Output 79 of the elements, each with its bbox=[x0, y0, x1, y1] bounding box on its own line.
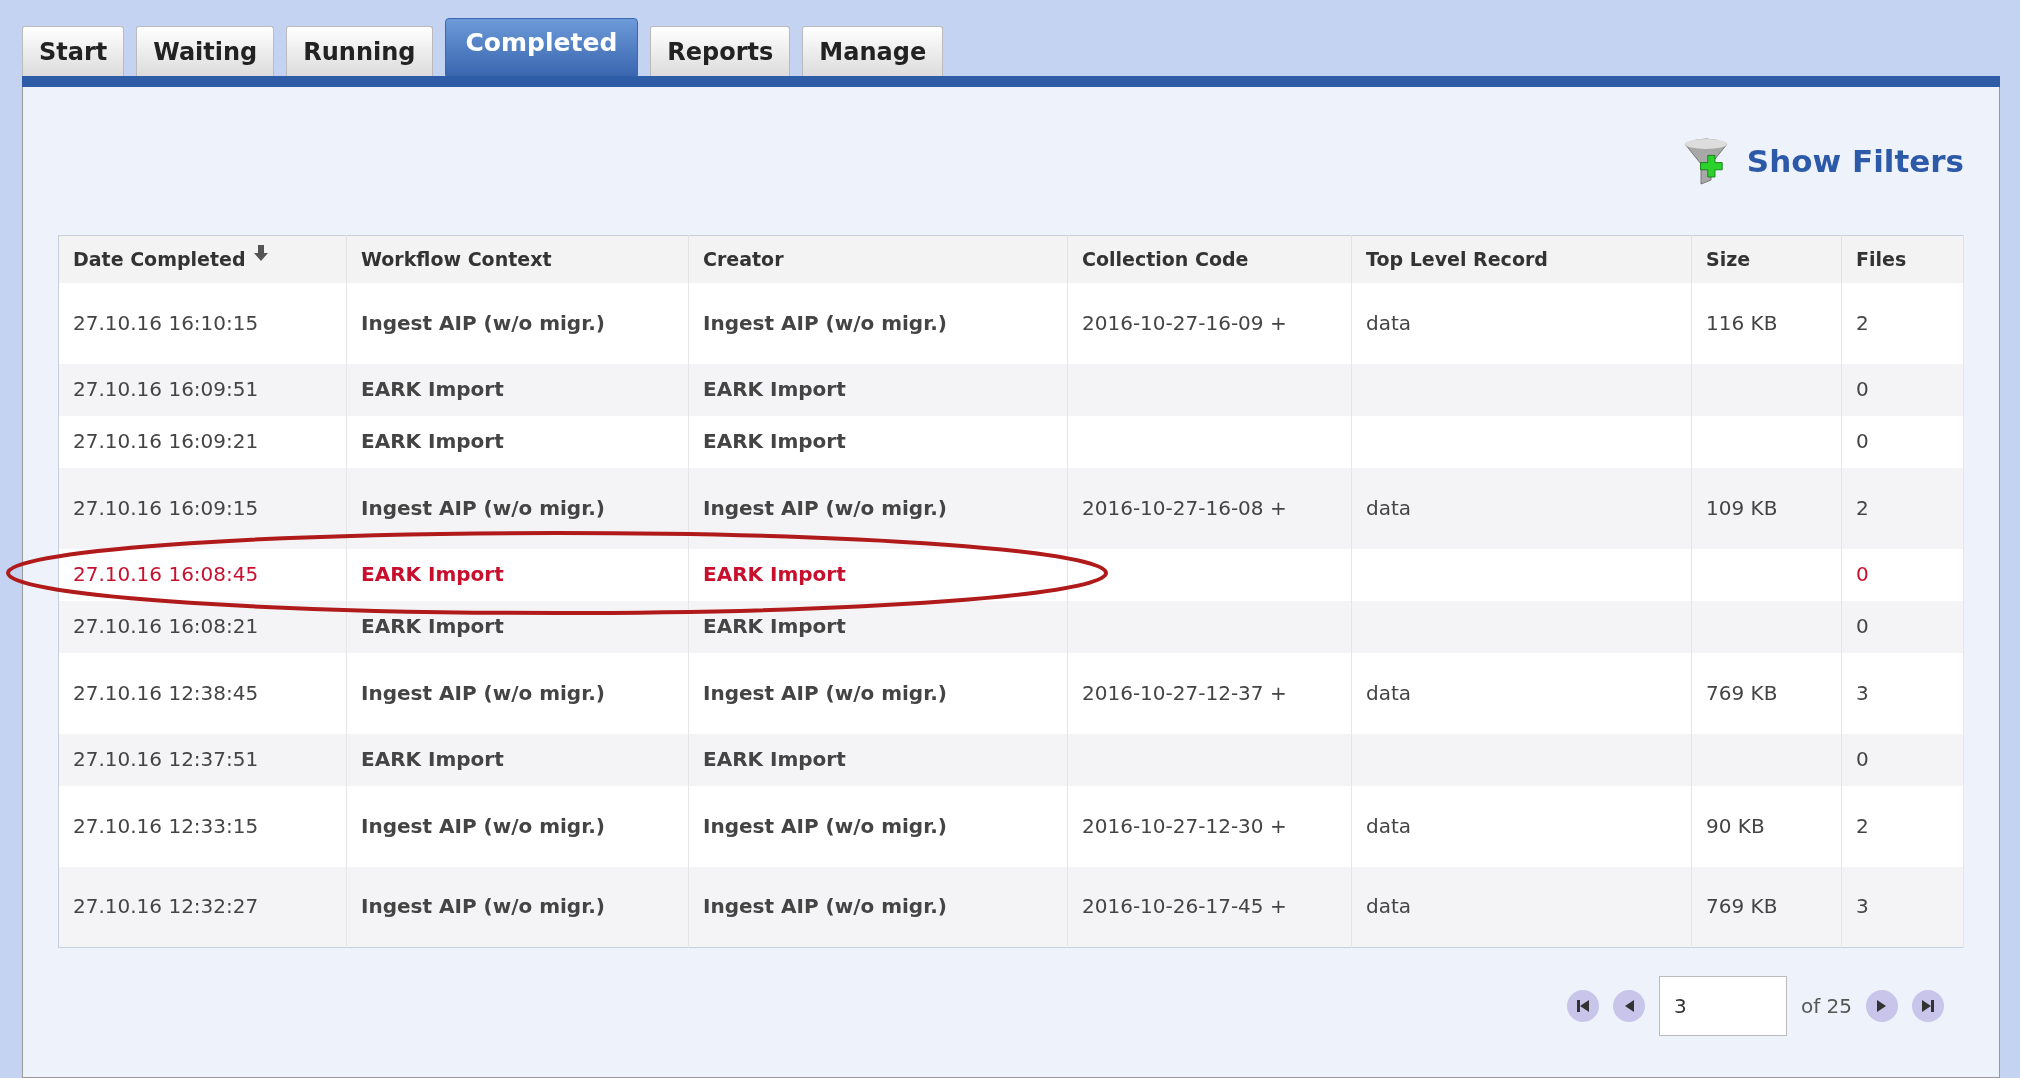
table-cell: data bbox=[1351, 467, 1692, 549]
table-cell: 27.10.16 16:09:51 bbox=[58, 363, 347, 416]
table-cell: EARK Import bbox=[688, 548, 1068, 601]
table-cell: Ingest AIP (w/o migr.) bbox=[688, 785, 1068, 867]
tab[interactable]: Waiting bbox=[136, 26, 275, 76]
table-cell: 27.10.16 16:10:15 bbox=[58, 282, 347, 364]
table-cell: 27.10.16 12:33:15 bbox=[58, 785, 347, 867]
page-input[interactable]: 3 bbox=[1658, 976, 1787, 1036]
table-cell: 27.10.16 16:09:21 bbox=[58, 415, 347, 468]
column-header[interactable]: Top Level Record bbox=[1351, 235, 1692, 283]
table-cell: 0 bbox=[1841, 733, 1964, 786]
table-cell: Ingest AIP (w/o migr.) bbox=[346, 652, 689, 734]
column-header[interactable]: Workflow Context bbox=[346, 235, 689, 283]
column-header[interactable]: Size bbox=[1691, 235, 1842, 283]
table-cell: EARK Import bbox=[346, 733, 689, 786]
table-cell: 0 bbox=[1841, 600, 1964, 653]
table-cell: EARK Import bbox=[346, 363, 689, 416]
table-cell: Ingest AIP (w/o migr.) bbox=[346, 866, 689, 948]
page-count: of 25 bbox=[1800, 993, 1852, 1020]
table-cell: 769 KB bbox=[1691, 652, 1842, 734]
table-cell: 27.10.16 16:09:15 bbox=[58, 467, 347, 549]
first-page-button[interactable] bbox=[1566, 990, 1599, 1022]
table-cell: 2016-10-26-17-45 + bbox=[1067, 866, 1352, 948]
table-cell: 27.10.16 12:32:27 bbox=[58, 866, 347, 948]
table-cell: EARK Import bbox=[346, 548, 689, 601]
tab[interactable]: Reports bbox=[650, 26, 791, 76]
column-header[interactable]: Creator bbox=[688, 235, 1068, 283]
table-cell: EARK Import bbox=[688, 733, 1068, 786]
table-cell: 90 KB bbox=[1691, 785, 1842, 867]
table-cell: EARK Import bbox=[346, 600, 689, 653]
table-cell: EARK Import bbox=[688, 415, 1068, 468]
table-cell: Ingest AIP (w/o migr.) bbox=[346, 467, 689, 549]
table-cell: EARK Import bbox=[688, 600, 1068, 653]
last-page-button[interactable] bbox=[1912, 990, 1944, 1022]
filter-add-icon bbox=[1682, 136, 1729, 186]
next-page-button[interactable] bbox=[1866, 990, 1898, 1022]
table-cell: data bbox=[1351, 785, 1692, 867]
table-cell: 769 KB bbox=[1691, 866, 1842, 948]
table-cell: 116 KB bbox=[1691, 282, 1842, 364]
table-cell: Ingest AIP (w/o migr.) bbox=[688, 282, 1068, 364]
table-cell: 0 bbox=[1841, 415, 1964, 468]
table-cell: 2016-10-27-16-08 + bbox=[1067, 467, 1352, 549]
table-cell: 2016-10-27-12-30 + bbox=[1067, 785, 1352, 867]
show-filters-link[interactable]: Show Filters bbox=[1682, 136, 1964, 186]
column-header[interactable]: Date Completed bbox=[58, 235, 347, 283]
table-cell: 27.10.16 16:08:45 bbox=[58, 548, 347, 601]
table-cell: 27.10.16 12:37:51 bbox=[58, 733, 347, 786]
last-page-icon bbox=[1921, 999, 1935, 1013]
first-page-icon bbox=[1575, 999, 1590, 1013]
table-cell: data bbox=[1351, 652, 1692, 734]
next-icon bbox=[1876, 999, 1888, 1013]
tab[interactable]: Running bbox=[286, 26, 433, 76]
column-header[interactable]: Collection Code bbox=[1067, 235, 1352, 283]
table-cell: Ingest AIP (w/o migr.) bbox=[346, 282, 689, 364]
table-cell: 3 bbox=[1841, 652, 1964, 734]
table-cell: 27.10.16 16:08:21 bbox=[58, 600, 347, 653]
column-header[interactable]: Files bbox=[1841, 235, 1964, 283]
table-cell: Ingest AIP (w/o migr.) bbox=[688, 652, 1068, 734]
table-cell: 27.10.16 12:38:45 bbox=[58, 652, 347, 734]
table-cell: 0 bbox=[1841, 548, 1964, 601]
table-cell: data bbox=[1351, 866, 1692, 948]
table-cell: data bbox=[1351, 282, 1692, 364]
table-cell: 2016-10-27-16-09 + bbox=[1067, 282, 1352, 364]
table-cell: EARK Import bbox=[346, 415, 689, 468]
table-cell: 109 KB bbox=[1691, 467, 1842, 549]
table-cell: EARK Import bbox=[688, 363, 1068, 416]
table-cell: Ingest AIP (w/o migr.) bbox=[688, 866, 1068, 948]
tab[interactable]: Manage bbox=[802, 26, 944, 76]
table-cell: 2 bbox=[1841, 785, 1964, 867]
table-cell: 2 bbox=[1841, 467, 1964, 549]
table-cell: 3 bbox=[1841, 866, 1964, 948]
table-cell: Ingest AIP (w/o migr.) bbox=[346, 785, 689, 867]
table-cell: 0 bbox=[1841, 363, 1964, 416]
table-cell: 2016-10-27-12-37 + bbox=[1067, 652, 1352, 734]
table-cell: 2 bbox=[1841, 282, 1964, 364]
previous-page-button[interactable] bbox=[1612, 990, 1645, 1022]
tab[interactable]: Completed bbox=[444, 18, 639, 76]
table-cell: Ingest AIP (w/o migr.) bbox=[688, 467, 1068, 549]
tab[interactable]: Start bbox=[22, 26, 125, 76]
